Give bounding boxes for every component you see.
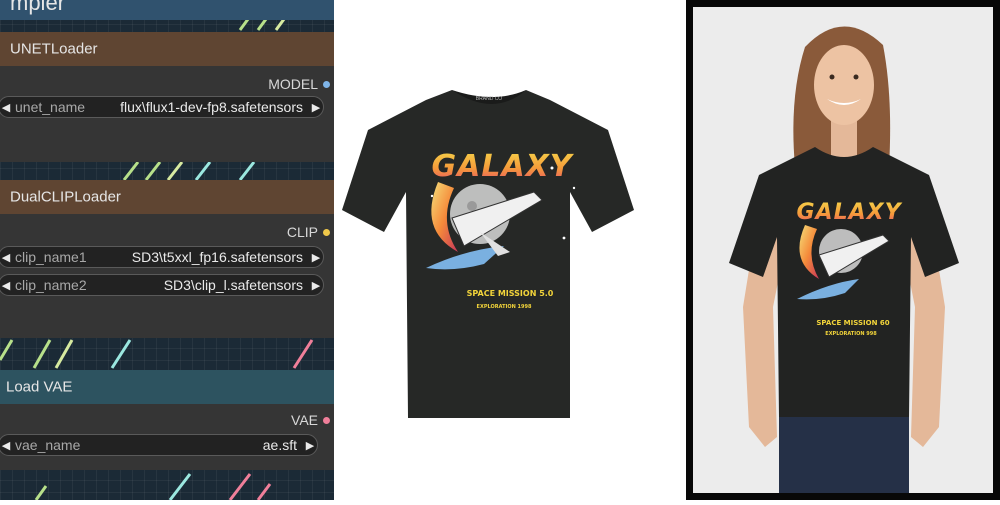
- galaxy-print-worn-line1: SPACE MISSION 60: [816, 319, 889, 327]
- load-vae-node-body: VAE ◀ vae_name ae.sft ▶: [0, 404, 334, 470]
- flat-tshirt-panel: BRAND CO GALAXY SPACE MISSION 5.0 EXPLOR…: [334, 0, 666, 500]
- clip-name1-value: SD3\t5xxl_fp16.safetensors: [131, 249, 303, 265]
- dualcliploader-title-text: DualCLIPLoader: [10, 188, 121, 206]
- widget-increment-arrow[interactable]: ▶: [309, 279, 323, 292]
- unetloader-title-text: UNETLoader: [10, 40, 98, 58]
- galaxy-print-worn-title: GALAXY: [796, 200, 902, 225]
- flat-tshirt-image: BRAND CO GALAXY SPACE MISSION 5.0 EXPLOR…: [342, 90, 634, 418]
- widget-decrement-arrow[interactable]: ◀: [0, 439, 13, 452]
- unet-name-value: flux\flux1-dev-fp8.safetensors: [120, 99, 303, 115]
- widget-increment-arrow[interactable]: ▶: [309, 101, 323, 114]
- dualcliploader-node-title[interactable]: DualCLIPLoader: [0, 180, 334, 214]
- model-output-slot[interactable]: MODEL: [268, 76, 330, 92]
- ksampler-title-fragment: mpler: [0, 0, 334, 20]
- clip-name1-label: clip_name1: [15, 249, 87, 265]
- unetloader-node-body: MODEL ◀ unet_name flux\flux1-dev-fp8.saf…: [0, 66, 334, 162]
- vae-name-label: vae_name: [15, 437, 81, 453]
- widget-decrement-arrow[interactable]: ◀: [0, 101, 13, 114]
- load-vae-node-title[interactable]: Load VAE: [0, 370, 334, 404]
- model-output-dot[interactable]: [323, 80, 330, 88]
- unet-name-label: unet_name: [15, 99, 86, 115]
- clip-output-slot[interactable]: CLIP: [287, 224, 330, 240]
- vae-output-label: VAE: [291, 412, 318, 428]
- jeans-shape: [779, 417, 909, 493]
- unetloader-node-title[interactable]: UNETLoader: [0, 32, 334, 66]
- model-photo: GALAXY SPACE MISSION 60 EXPLORATION 998: [693, 7, 993, 493]
- model-output-label: MODEL: [268, 76, 318, 92]
- model-photo-frame: GALAXY SPACE MISSION 60 EXPLORATION 998: [686, 0, 1000, 500]
- model-image: GALAXY SPACE MISSION 60 EXPLORATION 998: [729, 26, 959, 493]
- face-shape: [814, 45, 874, 125]
- clip-name2-widget[interactable]: ◀ clip_name2 SD3\clip_l.safetensors ▶: [0, 274, 324, 296]
- clip-output-label: CLIP: [286, 224, 318, 240]
- clip-output-dot[interactable]: [323, 228, 330, 236]
- widget-decrement-arrow[interactable]: ◀: [0, 279, 13, 292]
- neck-label: BRAND CO: [476, 96, 503, 102]
- clip-name2-value: SD3\clip_l.safetensors: [163, 277, 303, 293]
- unet-name-widget[interactable]: ◀ unet_name flux\flux1-dev-fp8.safetenso…: [0, 96, 324, 118]
- node-canvas[interactable]: mpler UNETLoader MODEL ◀ unet_name flux\…: [0, 0, 334, 500]
- load-vae-title-text: Load VAE: [6, 378, 73, 396]
- widget-decrement-arrow[interactable]: ◀: [0, 251, 13, 264]
- clip-name1-widget[interactable]: ◀ clip_name1 SD3\t5xxl_fp16.safetensors …: [0, 246, 324, 268]
- galaxy-print-worn-line2: EXPLORATION 998: [825, 331, 877, 337]
- vae-output-dot[interactable]: [323, 416, 330, 424]
- vae-output-slot[interactable]: VAE: [291, 412, 330, 428]
- galaxy-print-line2: EXPLORATION 1998: [477, 304, 532, 310]
- dualcliploader-node-body: CLIP ◀ clip_name1 SD3\t5xxl_fp16.safeten…: [0, 214, 334, 338]
- widget-increment-arrow[interactable]: ▶: [303, 439, 317, 452]
- galaxy-print-line1: SPACE MISSION 5.0: [467, 289, 554, 298]
- ksampler-title-text: mpler: [10, 0, 66, 15]
- clip-name2-label: clip_name2: [15, 277, 87, 293]
- widget-increment-arrow[interactable]: ▶: [309, 251, 323, 264]
- vae-name-value: ae.sft: [262, 437, 297, 453]
- galaxy-print-title: GALAXY: [431, 149, 574, 184]
- vae-name-widget[interactable]: ◀ vae_name ae.sft ▶: [0, 434, 318, 456]
